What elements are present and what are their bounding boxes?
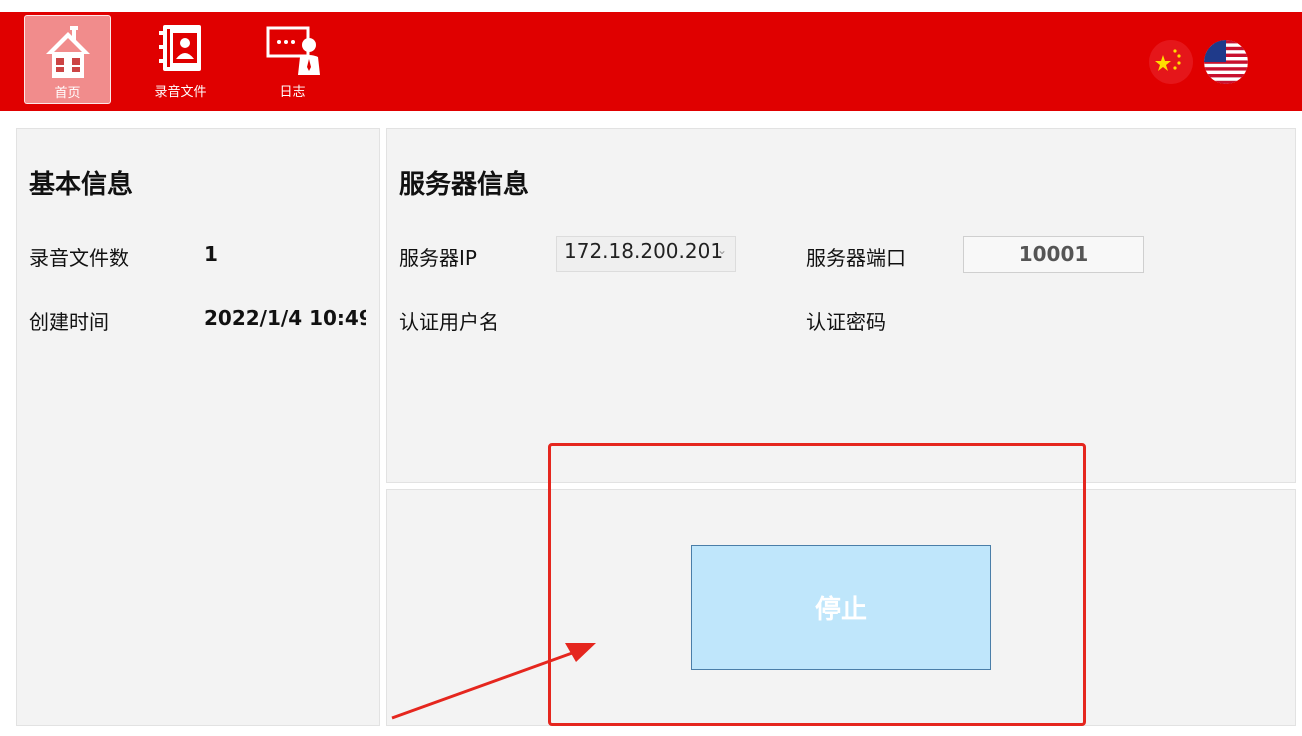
contacts-book-icon [157,23,205,79]
auth-password-label: 认证密码 [806,310,886,334]
log-presenter-icon [265,23,321,83]
created-time-value: 2022/1/4 10:49:2 [204,306,366,330]
nav-label-recordings: 录音文件 [154,85,207,100]
chevron-down-icon: ⌄ [716,243,727,257]
server-ip-select[interactable]: 172.18.200.201 ⌄ [556,236,736,272]
server-port-field[interactable]: 10001 [963,236,1144,273]
nav-item-recordings[interactable]: 录音文件 [138,15,223,102]
us-flag-icon[interactable] [1204,40,1248,84]
top-nav-bar: 首页 录音文件 日志 [0,12,1302,111]
nav-item-home[interactable]: 首页 [24,15,111,104]
server-ip-label: 服务器IP [399,246,477,270]
file-count-value: 1 [204,242,218,266]
file-count-label: 录音文件数 [29,246,129,270]
created-time-label: 创建时间 [29,310,109,334]
nav-item-log[interactable]: 日志 [250,15,335,102]
server-ip-value: 172.18.200.201 [564,239,724,263]
nav-label-home: 首页 [54,86,81,101]
basic-info-panel [16,128,380,726]
server-port-label: 服务器端口 [806,246,906,270]
nav-label-log: 日志 [279,85,306,100]
chinese-flag-icon[interactable] [1149,40,1193,84]
auth-username-label: 认证用户名 [399,310,499,334]
basic-info-title: 基本信息 [29,170,134,200]
server-info-title: 服务器信息 [399,170,530,200]
annotation-highlight-box [548,443,1086,726]
home-icon [44,24,92,84]
